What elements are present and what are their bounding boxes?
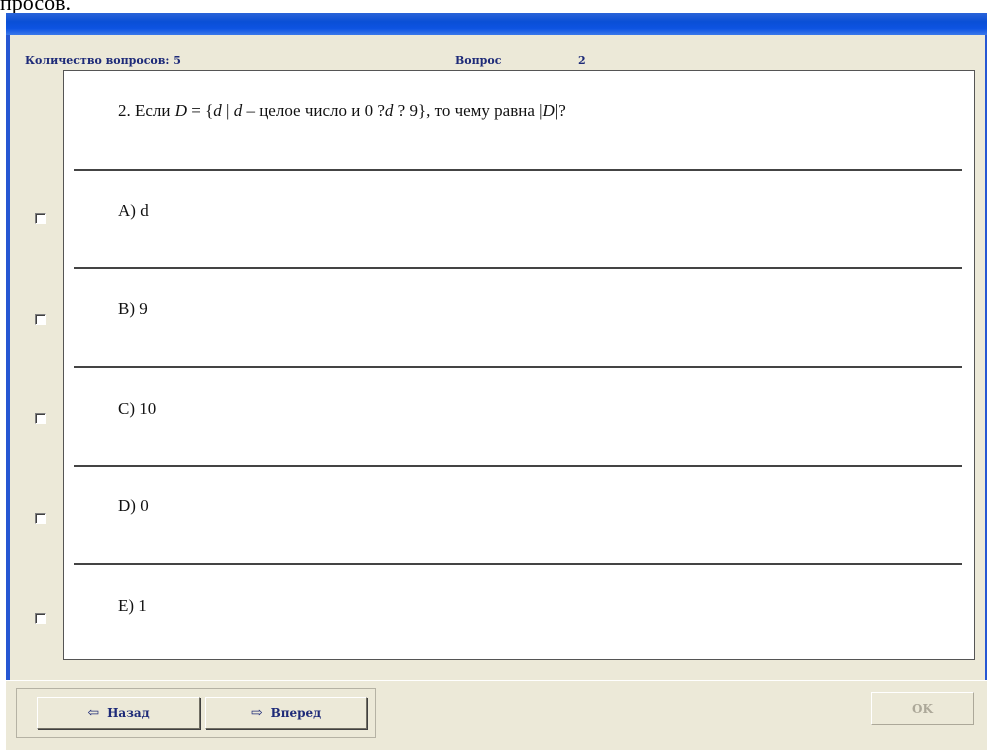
answer-c-checkbox[interactable] (35, 413, 46, 424)
question-panel: 2. Если D = {d | d – целое число и 0 ?d … (63, 70, 975, 660)
answer-a-checkbox[interactable] (35, 213, 46, 224)
window-titlebar[interactable] (6, 13, 987, 35)
arrow-left-icon: ⇦ (87, 705, 100, 721)
question-label: Вопрос (455, 54, 502, 67)
answer-a-text: A) d (118, 201, 149, 220)
divider (74, 465, 962, 467)
answer-b-checkbox[interactable] (35, 314, 46, 325)
divider (74, 169, 962, 171)
forward-button[interactable]: ⇨ Вперед (205, 697, 367, 729)
arrow-right-icon: ⇨ (250, 705, 263, 721)
divider (74, 563, 962, 565)
question-number: 2 (578, 54, 586, 67)
answer-b-text: B) 9 (118, 299, 148, 318)
back-button[interactable]: ⇦ Назад (37, 697, 200, 729)
answer-e-checkbox[interactable] (35, 613, 46, 624)
divider (74, 366, 962, 368)
divider (74, 267, 962, 269)
answer-c-text: C) 10 (118, 399, 157, 418)
answer-e-text: E) 1 (118, 596, 147, 615)
back-button-label: Назад (107, 706, 150, 720)
question-text: 2. Если D = {d | d – целое число и 0 ?d … (118, 101, 566, 120)
question-count-label: Количество вопросов: 5 (25, 54, 181, 67)
answer-d-text: D) 0 (118, 496, 149, 515)
ok-button[interactable]: OK (871, 692, 974, 725)
forward-button-label: Вперед (270, 706, 322, 720)
answer-d-checkbox[interactable] (35, 513, 46, 524)
window-left-border (6, 35, 10, 749)
